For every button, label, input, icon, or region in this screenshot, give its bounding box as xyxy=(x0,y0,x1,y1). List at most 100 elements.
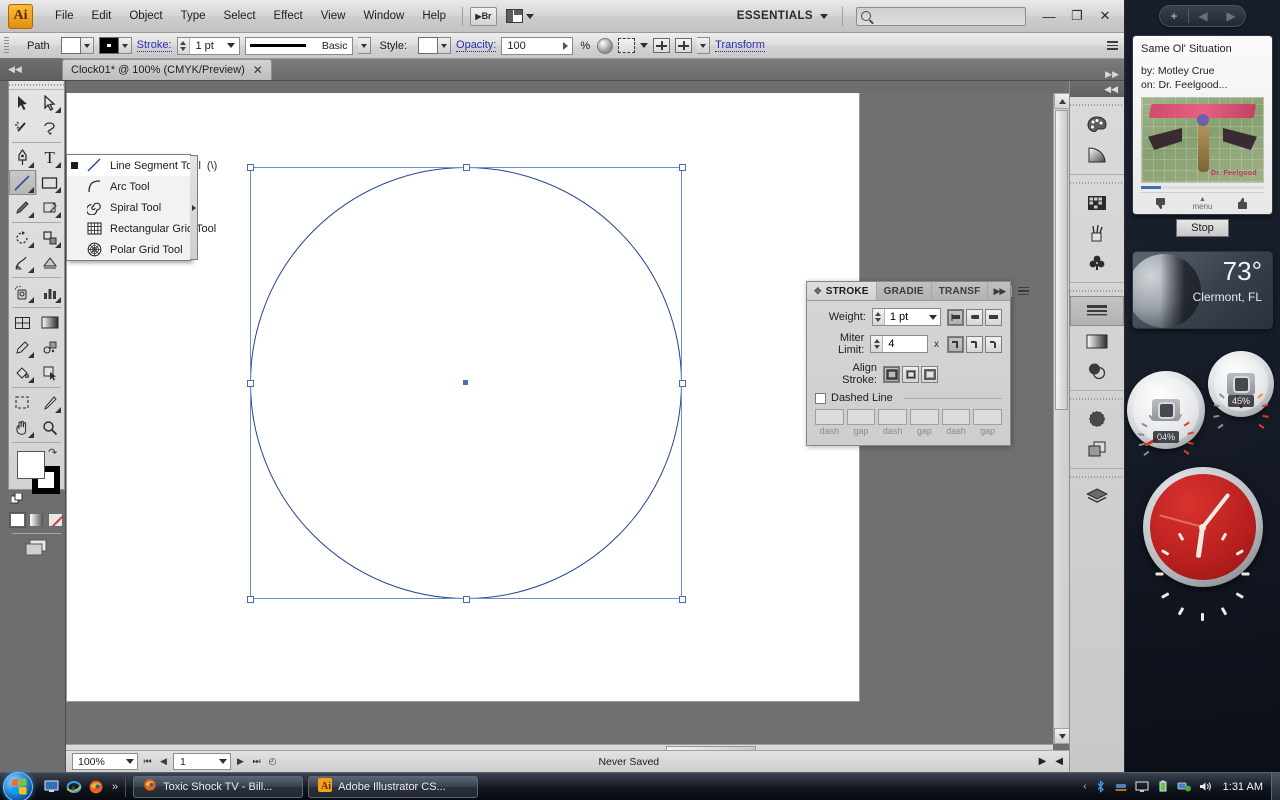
fill-swatch[interactable] xyxy=(60,37,81,54)
transform-link[interactable]: Transform xyxy=(715,39,765,52)
symbol-sprayer-tool[interactable] xyxy=(9,280,37,305)
dash-input-2[interactable] xyxy=(878,409,908,425)
gap-input-1[interactable] xyxy=(846,409,876,425)
analog-clock-gadget[interactable] xyxy=(1142,467,1263,621)
live-paint-selection-tool[interactable] xyxy=(37,360,65,385)
projecting-cap-button[interactable] xyxy=(985,308,1002,326)
control-panel-menu-icon[interactable] xyxy=(1107,41,1118,50)
handle-top-center[interactable] xyxy=(463,164,470,171)
tab-gradient[interactable]: GRADIE xyxy=(877,282,932,300)
arrange-documents-button[interactable] xyxy=(506,9,534,23)
swap-fill-stroke-icon[interactable]: ↷ xyxy=(48,447,60,459)
graphic-style-swatch[interactable] xyxy=(418,37,439,54)
opacity-mask-icon[interactable] xyxy=(597,37,614,54)
go-to-bridge-icon[interactable]: ▶ Br xyxy=(470,6,497,26)
miter-limit-field[interactable]: 4 xyxy=(870,335,928,353)
minimize-button[interactable]: — xyxy=(1036,6,1062,26)
memory-meter[interactable]: 45% xyxy=(1208,351,1274,429)
color-fill-mode-button[interactable] xyxy=(10,513,25,527)
swatches-panel-icon[interactable] xyxy=(1070,188,1124,218)
weather-gadget[interactable]: 73° Clermont, FL xyxy=(1132,251,1273,329)
next-page-button[interactable]: ▶ xyxy=(234,754,247,770)
align-center-button[interactable] xyxy=(883,365,900,383)
stop-button[interactable]: Stop xyxy=(1176,219,1229,237)
distribute-objects-icon[interactable] xyxy=(675,38,693,53)
gradient-tool[interactable] xyxy=(37,310,65,335)
direct-selection-tool[interactable] xyxy=(37,90,65,115)
graphic-styles-panel-icon[interactable] xyxy=(1070,434,1124,464)
add-gadget-button[interactable]: + xyxy=(1160,9,1188,23)
tab-stroke[interactable]: ✥ STROKE xyxy=(807,282,877,300)
stroke-color-control[interactable] xyxy=(98,37,132,54)
start-button[interactable] xyxy=(3,771,33,800)
butt-cap-button[interactable] xyxy=(947,308,964,326)
restore-button[interactable]: ❐ xyxy=(1064,6,1090,26)
round-cap-button[interactable] xyxy=(966,308,983,326)
toolbox-grip[interactable] xyxy=(9,81,64,90)
pen-tool[interactable] xyxy=(9,145,37,170)
gradient-panel-icon[interactable] xyxy=(1070,326,1124,356)
graphic-style-dropdown-arrow[interactable] xyxy=(438,37,452,54)
type-tool[interactable]: T xyxy=(37,145,65,170)
network-drive-icon[interactable] xyxy=(1114,779,1129,794)
scroll-up-arrow[interactable] xyxy=(1054,93,1070,109)
weight-field[interactable]: 1 pt xyxy=(871,308,941,326)
gap-input-2[interactable] xyxy=(910,409,939,425)
layers-panel-icon[interactable] xyxy=(1070,482,1124,512)
fill-dropdown-arrow[interactable] xyxy=(80,37,94,54)
brushes-panel-icon[interactable] xyxy=(1070,218,1124,248)
dash-input-3[interactable] xyxy=(941,409,971,425)
gradient-fill-mode-button[interactable] xyxy=(29,513,44,527)
search-input[interactable] xyxy=(856,6,1026,26)
chevron-down-icon[interactable] xyxy=(640,43,649,48)
menu-file[interactable]: File xyxy=(46,6,83,26)
align-dropdown-arrow[interactable] xyxy=(697,37,711,54)
menu-effect[interactable]: Effect xyxy=(265,6,312,26)
transparency-panel-icon[interactable] xyxy=(1070,356,1124,386)
flyout-item-rectangular-grid-tool[interactable]: Rectangular Grid Tool xyxy=(67,218,216,239)
bevel-join-button[interactable] xyxy=(985,335,1002,353)
thumbs-up-icon[interactable] xyxy=(1223,197,1264,210)
cpu-meter[interactable]: 04% xyxy=(1127,371,1205,457)
selection-tool[interactable] xyxy=(9,90,37,115)
resource-meter-gadget[interactable]: 45% 04% xyxy=(1125,343,1280,457)
quick-launch-overflow[interactable]: » xyxy=(112,781,118,793)
taskbar-clock[interactable]: 1:31 AM xyxy=(1223,781,1263,793)
opacity-field[interactable]: 100 xyxy=(501,36,574,55)
status-menu-arrow-icon[interactable]: ▶ xyxy=(1039,756,1047,767)
tab-transform[interactable]: TRANSF xyxy=(932,282,989,300)
page-number-field[interactable]: 1 xyxy=(173,753,231,770)
menu-help[interactable]: Help xyxy=(413,6,455,26)
appearance-panel-icon[interactable] xyxy=(1070,404,1124,434)
volume-icon[interactable] xyxy=(1198,779,1213,794)
handle-bottom-center[interactable] xyxy=(463,596,470,603)
menu-select[interactable]: Select xyxy=(215,6,265,26)
dock-group-grip[interactable] xyxy=(1070,473,1124,480)
music-menu-button[interactable]: ▲ menu xyxy=(1182,196,1223,211)
menu-type[interactable]: Type xyxy=(172,6,215,26)
previous-page-button[interactable]: ◀ xyxy=(157,754,170,770)
expand-panel-icon[interactable]: ▶▶ xyxy=(993,286,1006,297)
panel-menu-icon[interactable] xyxy=(1018,286,1030,296)
scroll-down-arrow[interactable] xyxy=(1054,728,1070,744)
stroke-weight-stepper[interactable] xyxy=(177,37,190,54)
dash-input-1[interactable] xyxy=(815,409,844,425)
stroke-panel-icon[interactable] xyxy=(1070,296,1124,326)
first-page-button[interactable]: ⏮ xyxy=(141,754,154,770)
stroke-swatch[interactable] xyxy=(98,37,119,54)
flyout-item-arc-tool[interactable]: Arc Tool xyxy=(67,176,190,197)
last-page-button[interactable]: ⏭ xyxy=(250,754,263,770)
menu-window[interactable]: Window xyxy=(354,6,413,26)
music-gadget[interactable]: Same Ol' Situation by: Motley Crue on: D… xyxy=(1132,35,1273,215)
color-panel-icon[interactable] xyxy=(1070,110,1124,140)
weight-stepper[interactable] xyxy=(872,309,885,325)
zoom-dropdown-icon[interactable] xyxy=(122,759,137,764)
graphic-style-control[interactable] xyxy=(418,37,452,54)
scale-tool[interactable] xyxy=(37,225,65,250)
stroke-profile-field[interactable]: Basic xyxy=(244,36,353,55)
fill-color-control[interactable] xyxy=(60,37,94,54)
tear-off-handle[interactable] xyxy=(190,155,198,260)
rotate-tool[interactable] xyxy=(9,225,37,250)
artboard-tool[interactable] xyxy=(9,390,37,415)
align-objects-icon[interactable] xyxy=(653,38,671,53)
